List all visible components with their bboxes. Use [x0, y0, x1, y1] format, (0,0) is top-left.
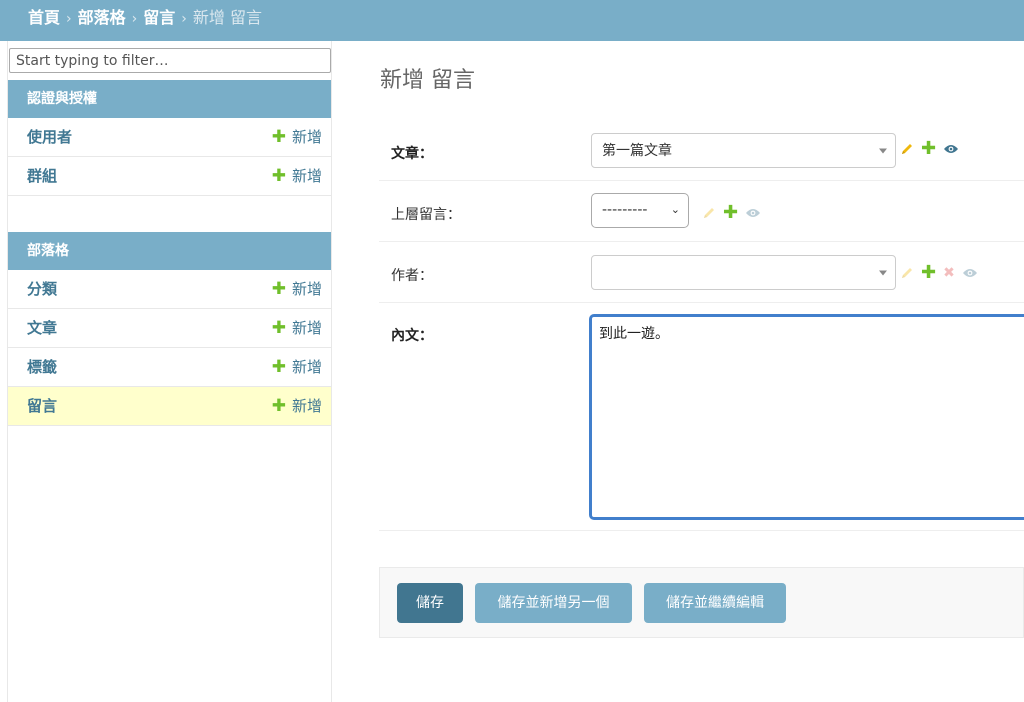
model-link-tags[interactable]: 標籤: [27, 348, 57, 386]
chevron-down-icon: [879, 270, 887, 275]
breadcrumb-current: 新增 留言: [192, 8, 262, 27]
form-row-post: 文章： 第一篇文章 ✚: [379, 121, 1024, 181]
plus-icon[interactable]: ✚: [921, 140, 936, 158]
model-link-categories[interactable]: 分類: [27, 270, 57, 308]
body-textarea[interactable]: 到此一遊。: [589, 314, 1024, 520]
nav-filter-input[interactable]: [9, 48, 331, 73]
model-link-groups[interactable]: 群組: [27, 157, 57, 195]
add-comments-link[interactable]: ✚ 新增: [272, 387, 322, 425]
breadcrumb: 首頁 › 部落格 › 留言 › 新增 留言: [0, 0, 1024, 41]
sidebar-item-comments: 留言 ✚ 新增: [8, 387, 331, 426]
add-categories-link[interactable]: ✚ 新增: [272, 270, 322, 308]
breadcrumb-separator: ›: [181, 11, 187, 27]
plus-icon[interactable]: ✚: [723, 204, 738, 222]
form-row-body: 內文： 到此一遊。: [379, 303, 1024, 531]
parent-label: 上層留言：: [391, 207, 461, 223]
pencil-icon[interactable]: [900, 142, 914, 156]
plus-icon: ✚: [271, 357, 286, 377]
breadcrumb-separator: ›: [66, 11, 72, 27]
page-title: 新增 留言: [380, 68, 475, 93]
submit-row: 儲存 儲存並新增另一個 儲存並繼續編輯: [379, 567, 1024, 638]
save-continue-button[interactable]: 儲存並繼續編輯: [644, 583, 786, 623]
parent-select-value: ---------: [602, 202, 648, 218]
add-users-link[interactable]: ✚ 新增: [272, 118, 322, 156]
breadcrumb-separator: ›: [131, 11, 138, 27]
add-tags-link[interactable]: ✚ 新增: [272, 348, 322, 386]
plus-icon: ✚: [271, 279, 286, 299]
eye-icon[interactable]: [943, 143, 959, 155]
form-row-author: 作者： ✚ ✖: [379, 242, 1024, 303]
plus-icon: ✚: [271, 396, 286, 416]
model-link-users[interactable]: 使用者: [27, 118, 72, 156]
add-label: 新增: [291, 167, 322, 185]
cross-icon: ✖: [943, 265, 955, 281]
sidebar-item-users: 使用者 ✚ 新增: [8, 118, 331, 157]
save-add-another-button[interactable]: 儲存並新增另一個: [475, 583, 632, 623]
add-label: 新增: [291, 319, 322, 337]
form-row-parent: 上層留言： --------- ⌄ ✚: [379, 181, 1024, 242]
save-button[interactable]: 儲存: [397, 583, 463, 623]
author-label: 作者：: [391, 268, 433, 284]
sidebar-item-groups: 群組 ✚ 新增: [8, 157, 331, 196]
breadcrumb-home-link[interactable]: 首頁: [28, 8, 60, 27]
sidebar-item-tags: 標籤 ✚ 新增: [8, 348, 331, 387]
add-groups-link[interactable]: ✚ 新增: [272, 157, 322, 195]
parent-select[interactable]: --------- ⌄: [591, 193, 689, 228]
model-link-comments[interactable]: 留言: [27, 387, 57, 425]
add-label: 新增: [291, 397, 322, 415]
author-related-actions: ✚ ✖: [900, 264, 978, 282]
add-label: 新增: [291, 280, 322, 298]
plus-icon: ✚: [271, 127, 286, 147]
module-caption-auth[interactable]: 認證與授權: [8, 80, 331, 118]
eye-icon: [745, 207, 761, 219]
eye-icon: [962, 267, 978, 279]
post-select-value: 第一篇文章: [602, 143, 672, 159]
author-select[interactable]: [591, 255, 896, 290]
plus-icon: ✚: [271, 166, 286, 186]
post-label: 文章：: [391, 146, 433, 162]
chevron-down-icon: [879, 148, 887, 153]
add-label: 新增: [291, 128, 322, 146]
pencil-icon: [900, 266, 914, 280]
body-label: 內文：: [391, 328, 433, 344]
breadcrumb-app-link[interactable]: 部落格: [78, 8, 126, 27]
add-posts-link[interactable]: ✚ 新增: [272, 309, 322, 347]
plus-icon: ✚: [271, 318, 286, 338]
sidebar-item-categories: 分類 ✚ 新增: [8, 270, 331, 309]
plus-icon[interactable]: ✚: [921, 264, 936, 282]
pencil-icon: [702, 206, 716, 220]
module-caption-blog[interactable]: 部落格: [8, 232, 331, 270]
breadcrumb-model-link[interactable]: 留言: [143, 8, 175, 27]
add-label: 新增: [291, 358, 322, 376]
post-select[interactable]: 第一篇文章: [591, 133, 896, 168]
parent-related-actions: ✚: [702, 204, 761, 222]
nav-sidebar: 認證與授權 使用者 ✚ 新增 群組 ✚ 新增 部落格 分類 ✚ 新增 文章 ✚ 新增 標…: [7, 41, 332, 702]
post-related-actions: ✚: [900, 140, 959, 158]
sidebar-item-posts: 文章 ✚ 新增: [8, 309, 331, 348]
chevron-down-icon: ⌄: [670, 202, 680, 216]
model-link-posts[interactable]: 文章: [27, 309, 57, 347]
